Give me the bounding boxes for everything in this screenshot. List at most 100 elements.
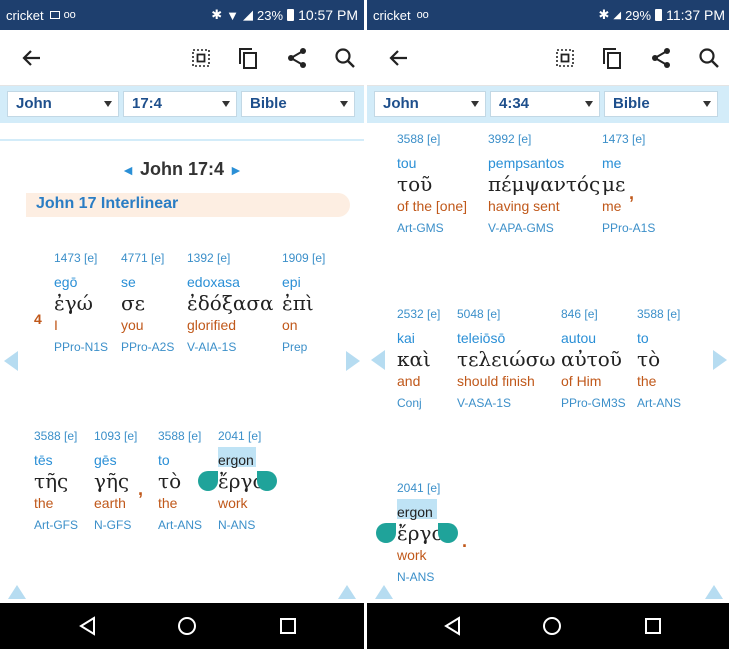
version-dropdown[interactable]: Bible — [241, 91, 355, 117]
chapter-verse-dropdown[interactable]: 17:4 — [123, 91, 237, 117]
morphology-link[interactable]: Art-GMS — [397, 221, 467, 235]
next-chapter-arrow-icon[interactable] — [346, 351, 360, 371]
next-verse-arrow-icon[interactable]: ► — [229, 162, 243, 178]
status-right: ✱ ▼ ◢ 23% 10:57 PM — [211, 7, 358, 23]
search-icon[interactable] — [697, 46, 721, 70]
home-icon[interactable] — [542, 616, 562, 636]
word-card[interactable]: 3588 [e] tēs τῆς the Art-GFS — [34, 429, 78, 532]
share-icon[interactable] — [285, 46, 309, 70]
strongs-link[interactable]: 1093 [e] — [94, 429, 137, 443]
morphology-link[interactable]: PPro-GM3S — [561, 396, 626, 410]
back-arrow-icon[interactable] — [387, 46, 411, 70]
strongs-link[interactable]: 4771 [e] — [121, 251, 174, 265]
morphology-link[interactable]: PPro-A2S — [121, 340, 174, 354]
strongs-link[interactable]: 3588 [e] — [34, 429, 78, 443]
selection-start-handle[interactable] — [376, 523, 396, 543]
strongs-link[interactable]: 3588 [e] — [637, 307, 681, 321]
back-arrow-icon[interactable] — [20, 46, 44, 70]
english-gloss: work — [218, 495, 248, 511]
transliteration: teleiōsō — [457, 330, 506, 346]
word-card[interactable]: 3588 [e] tou τοῦ of the [one] Art-GMS — [397, 132, 467, 235]
strongs-link[interactable]: 1392 [e] — [187, 251, 274, 265]
signal-icon: ◢ — [243, 7, 254, 22]
greek-word: ἐδόξασα — [187, 291, 274, 315]
divider — [0, 139, 364, 141]
strongs-link[interactable]: 2532 [e] — [397, 307, 440, 321]
morphology-link[interactable]: PPro-A1S — [602, 221, 655, 235]
word-card[interactable]: 3588 [e] to τὸ the Art-ANS — [158, 429, 202, 532]
next-chapter-arrow-icon[interactable] — [713, 350, 727, 370]
transliteration: to — [637, 330, 649, 346]
english-gloss: of the [one] — [397, 198, 468, 214]
home-icon[interactable] — [177, 616, 197, 636]
selection-start-handle[interactable] — [198, 471, 218, 491]
greek-word: καὶ — [397, 347, 431, 371]
word-card[interactable]: 1909 [e] epi ἐπὶ on Prep — [282, 251, 325, 354]
scroll-up-right-icon[interactable] — [705, 585, 723, 599]
word-card[interactable]: 1473 [e] egō ἐγώ I PPro-N1S — [54, 251, 108, 354]
recents-icon[interactable] — [278, 616, 298, 636]
copy-icon[interactable] — [236, 46, 260, 70]
strongs-link[interactable]: 3588 [e] — [397, 132, 467, 146]
morphology-link[interactable]: V-APA-GMS — [488, 221, 600, 235]
strongs-link[interactable]: 5048 [e] — [457, 307, 556, 321]
transliteration: to — [158, 452, 170, 468]
word-card[interactable]: 1093 [e] gēs γῆς earth N-GFS — [94, 429, 137, 532]
recents-icon[interactable] — [643, 616, 663, 636]
select-all-icon[interactable] — [553, 46, 577, 70]
strongs-link[interactable]: 3992 [e] — [488, 132, 600, 146]
battery-percent: 23% — [257, 7, 284, 23]
punctuation-period: . — [462, 531, 468, 551]
strongs-link[interactable]: 3588 [e] — [158, 429, 202, 443]
morphology-link[interactable]: Conj — [397, 396, 440, 410]
morphology-link[interactable]: V-AIA-1S — [187, 340, 274, 354]
scroll-up-right-icon[interactable] — [338, 585, 356, 599]
version-dropdown[interactable]: Bible — [604, 91, 718, 117]
morphology-link[interactable]: Art-ANS — [158, 518, 202, 532]
book-dropdown[interactable]: John — [374, 91, 486, 117]
morphology-link[interactable]: Prep — [282, 340, 325, 354]
morphology-link[interactable]: V-ASA-1S — [457, 396, 556, 410]
lte-signal-icon: ◢ — [613, 9, 622, 21]
word-card[interactable]: 2532 [e] kai καὶ and Conj — [397, 307, 440, 410]
share-icon[interactable] — [649, 46, 673, 70]
morphology-link[interactable]: N-ANS — [397, 570, 456, 584]
greek-word: τὸ — [158, 469, 182, 493]
selection-end-handle[interactable] — [257, 471, 277, 491]
morphology-link[interactable]: PPro-N1S — [54, 340, 108, 354]
select-all-icon[interactable] — [189, 46, 213, 70]
word-card[interactable]: 4771 [e] se σε you PPro-A2S — [121, 251, 174, 354]
selection-end-handle[interactable] — [438, 523, 458, 543]
morphology-link[interactable]: Art-GFS — [34, 518, 78, 532]
greek-word: τοῦ — [397, 172, 433, 196]
strongs-link[interactable]: 1473 [e] — [602, 132, 655, 146]
word-card[interactable]: 3588 [e] to τὸ the Art-ANS — [637, 307, 681, 410]
strongs-link[interactable]: 1909 [e] — [282, 251, 325, 265]
strongs-link[interactable]: 2041 [e] — [397, 481, 456, 495]
scroll-up-left-icon[interactable] — [8, 585, 26, 599]
word-card[interactable]: 846 [e] autou αὐτοῦ of Him PPro-GM3S — [561, 307, 626, 410]
morphology-link[interactable]: N-GFS — [94, 518, 137, 532]
strongs-link[interactable]: 2041 [e] — [218, 429, 277, 443]
previous-chapter-arrow-icon[interactable] — [371, 350, 385, 370]
scroll-up-left-icon[interactable] — [375, 585, 393, 599]
morphology-link[interactable]: Art-ANS — [637, 396, 681, 410]
strongs-link[interactable]: 846 [e] — [561, 307, 626, 321]
chapter-verse-dropdown[interactable]: 4:34 — [490, 91, 600, 117]
greek-word: τὸ — [637, 347, 661, 371]
back-icon[interactable] — [78, 616, 98, 636]
book-dropdown[interactable]: John — [7, 91, 119, 117]
strongs-link[interactable]: 1473 [e] — [54, 251, 108, 265]
interlinear-content: ◄ John 17:4 ► John 17 Interlinear 4 1473… — [0, 123, 364, 603]
morphology-link[interactable]: N-ANS — [218, 518, 277, 532]
back-icon[interactable] — [443, 616, 463, 636]
word-card[interactable]: 1392 [e] edoxasa ἐδόξασα glorified V-AIA… — [187, 251, 274, 354]
previous-verse-arrow-icon[interactable]: ◄ — [121, 162, 135, 178]
copy-icon[interactable] — [600, 46, 624, 70]
battery-icon — [287, 9, 295, 21]
word-card[interactable]: 5048 [e] teleiōsō τελειώσω should finish… — [457, 307, 556, 410]
voicemail-icon: oo — [416, 9, 429, 21]
previous-chapter-arrow-icon[interactable] — [4, 351, 18, 371]
word-card[interactable]: 3992 [e] pempsantos πέμψαντός having sen… — [488, 132, 600, 235]
search-icon[interactable] — [333, 46, 357, 70]
